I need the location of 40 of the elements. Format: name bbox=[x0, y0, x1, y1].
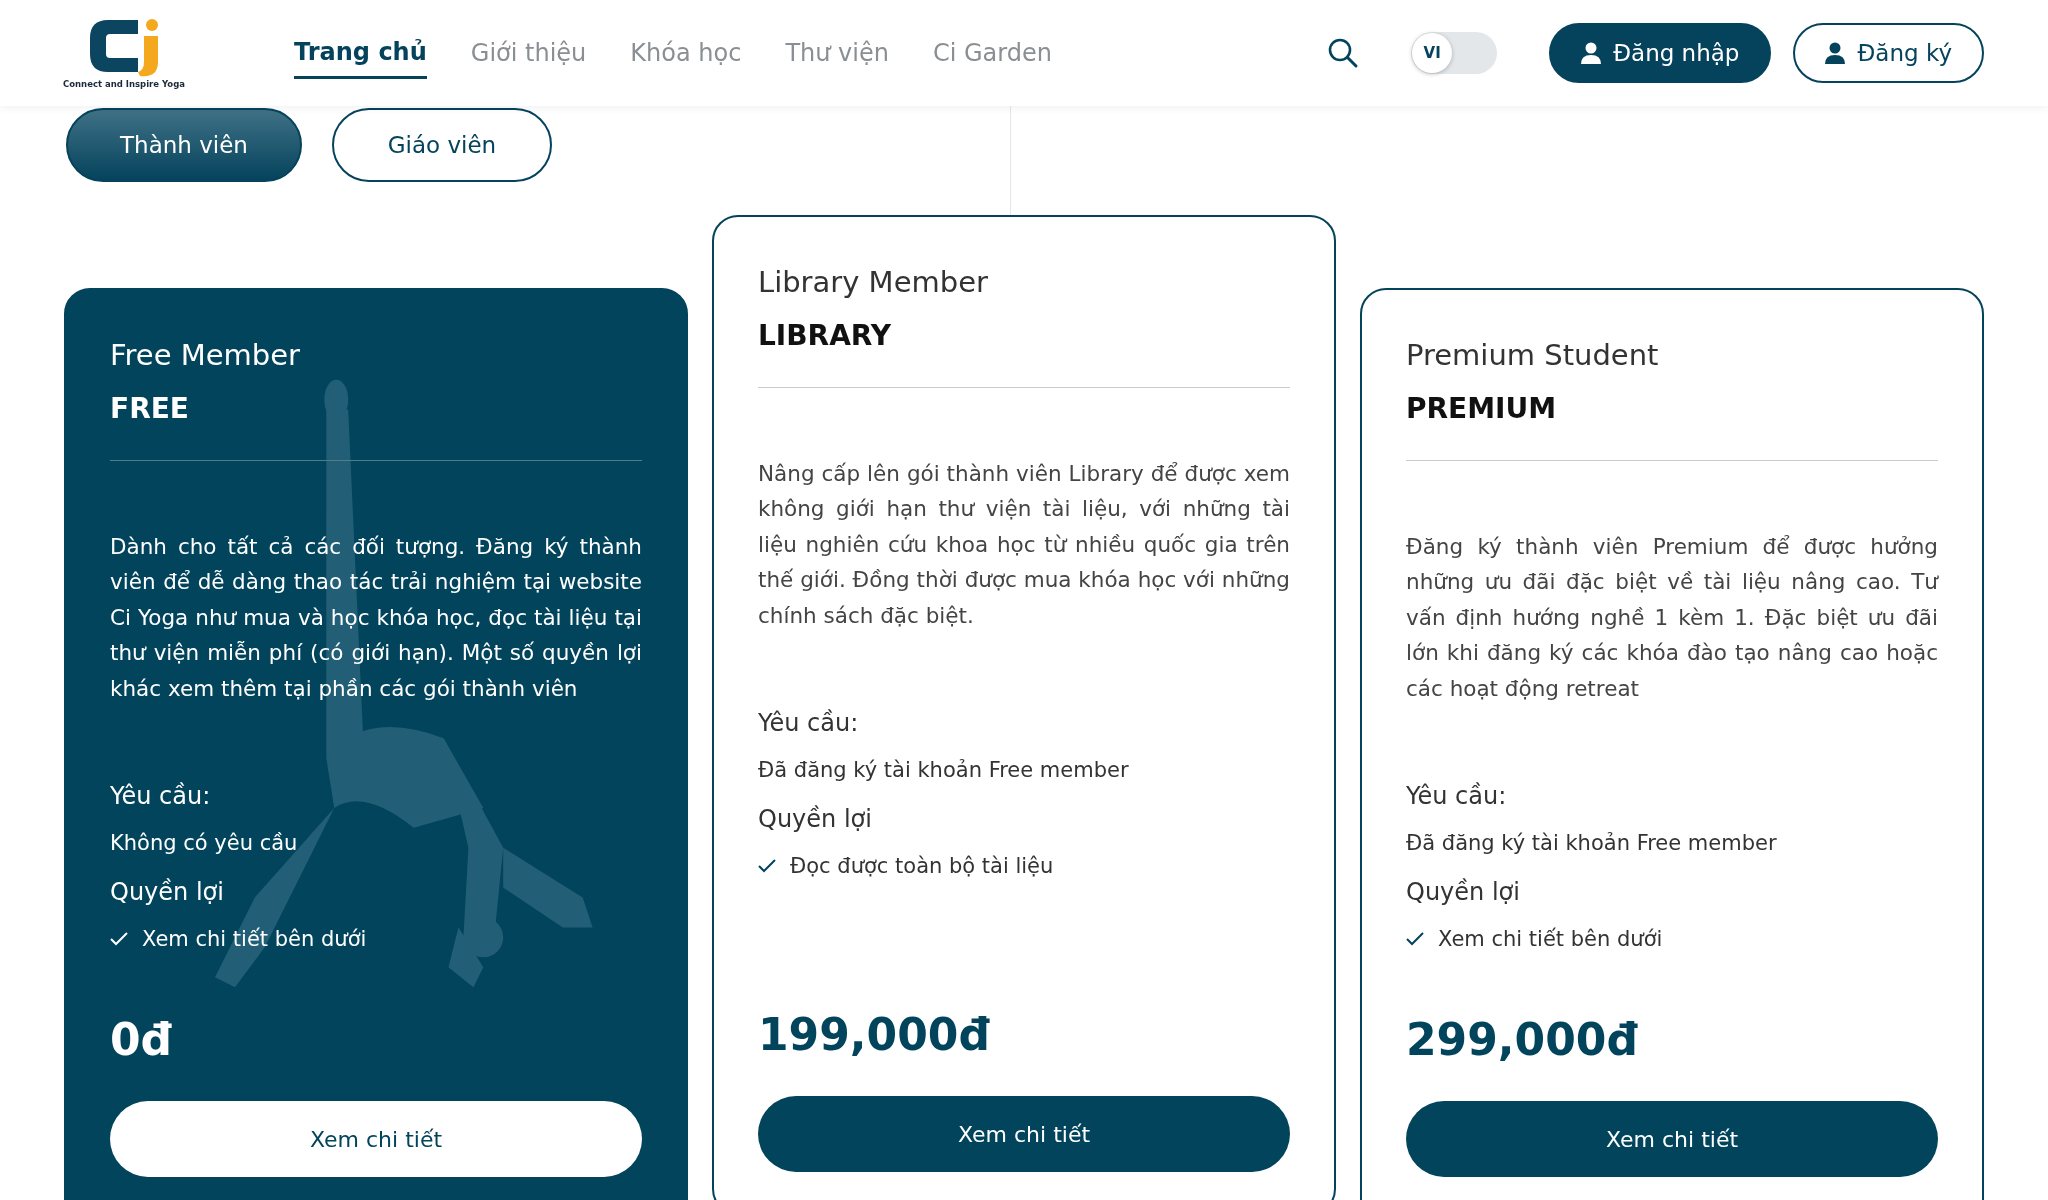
check-icon bbox=[110, 932, 128, 947]
check-icon bbox=[1406, 932, 1424, 947]
plan-name: Library Member bbox=[758, 264, 989, 301]
requirement-label: Yêu cầu: bbox=[110, 781, 212, 812]
plan-code: FREE bbox=[110, 390, 190, 427]
benefit-text: Đọc được toàn bộ tài liệu bbox=[790, 852, 1054, 880]
details-button[interactable]: Xem chi tiết bbox=[1406, 1101, 1938, 1177]
check-icon bbox=[758, 859, 776, 874]
plan-code: LIBRARY bbox=[758, 317, 893, 354]
details-button[interactable]: Xem chi tiết bbox=[110, 1101, 642, 1177]
user-icon bbox=[1581, 42, 1602, 64]
benefits-label: Quyền lợi bbox=[758, 803, 873, 835]
member-tab[interactable]: Giáo viên bbox=[332, 108, 552, 182]
plan-name: Premium Student bbox=[1406, 337, 1660, 374]
requirement-text: Đã đăng ký tài khoản Free member bbox=[758, 757, 1130, 784]
register-button[interactable]: Đăng ký bbox=[1793, 23, 1984, 83]
requirement-text: Không có yêu cầu bbox=[110, 830, 299, 857]
plan-price: 199,000đ bbox=[758, 1008, 991, 1062]
requirement-label: Yêu cầu: bbox=[1406, 781, 1508, 812]
plan-description: Nâng cấp lên gói thành viên Library để được xem không giới hạn thư viện tài liệu, với những tài liệu nghiên cứu khoa học từ nhiều quốc gia trên thế giới. Đồng thời được mua khóa học với những chính sách đặc biệt. bbox=[758, 459, 1290, 630]
plan-price: 299,000đ bbox=[1406, 1013, 1639, 1067]
plan-code: PREMIUM bbox=[1406, 390, 1558, 427]
member-tab[interactable]: Thành viên bbox=[66, 108, 302, 182]
login-button[interactable]: Đăng nhập bbox=[1549, 23, 1772, 83]
plan-name: Free Member bbox=[110, 337, 302, 374]
benefits-label: Quyền lợi bbox=[1406, 876, 1521, 908]
logo-tagline: Connect and Inspire Yoga bbox=[62, 77, 186, 91]
search-icon[interactable] bbox=[1327, 37, 1360, 69]
language-toggle[interactable]: VI bbox=[1411, 32, 1498, 74]
benefit-text: Xem chi tiết bên dưới bbox=[142, 925, 367, 953]
details-button[interactable]: Xem chi tiết bbox=[758, 1096, 1290, 1172]
benefit-text: Xem chi tiết bên dưới bbox=[1438, 925, 1663, 953]
requirement-label: Yêu cầu: bbox=[758, 708, 860, 739]
plan-price: 0đ bbox=[110, 1013, 174, 1067]
benefits-label: Quyền lợi bbox=[110, 876, 225, 908]
nav-link[interactable]: Trang chủ bbox=[294, 27, 427, 79]
plan-description: Dành cho tất cả các đối tượng. Đăng ký thành viên để dễ dàng thao tác trải nghiệm tại website Ci Yoga như mua và học khóa học, đọc tài liệu tại thư viện miễn phí (có giới hạn). Một số quyền lợi khác xem thêm tại phần các gói thành viên bbox=[110, 532, 642, 703]
plan-description: Đăng ký thành viên Premium để được hưởng những ưu đãi đặc biệt về tài liệu nâng cao. Tư vấn định hướng nghề 1 kèm 1. Đặc biệt ưu đãi lớn khi đăng ký các khóa đào tạo nâng cao hoặc các hoạt động retreat bbox=[1406, 532, 1938, 703]
requirement-text: Đã đăng ký tài khoản Free member bbox=[1406, 830, 1778, 857]
user-icon bbox=[1825, 42, 1846, 64]
